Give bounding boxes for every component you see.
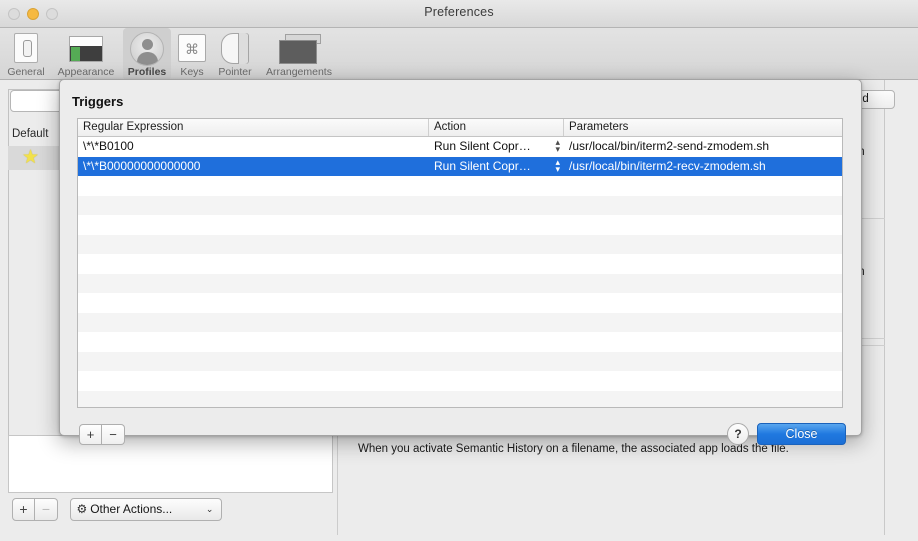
title-bar: Preferences (0, 0, 918, 28)
profiles-icon (130, 32, 164, 66)
table-body: \*\*B0100 Run Silent Copr… ▴ ▾/usr/local/bi… (78, 137, 842, 407)
stepper-icon[interactable]: ▴ ▾ (555, 157, 560, 173)
triggers-table: Regular Expression Action Parameters \*\… (77, 118, 843, 408)
table-row-empty[interactable] (78, 371, 842, 391)
add-trigger-button[interactable]: + (79, 424, 102, 445)
toolbar-label-appearance: Appearance (57, 66, 115, 78)
general-icon (14, 33, 38, 63)
dialog-title: Triggers (72, 94, 124, 109)
column-header-parameters[interactable]: Parameters (564, 119, 842, 136)
semantic-history-note: When you activate Semantic History on a … (358, 443, 789, 455)
toolbar-label-profiles: Profiles (127, 66, 167, 78)
toolbar-item-appearance[interactable]: Appearance (52, 28, 120, 80)
help-button[interactable]: ? (727, 423, 749, 445)
arrangements-icon (279, 34, 321, 64)
appearance-icon (69, 36, 103, 62)
gear-icon: ⚙ (76, 502, 88, 516)
column-header-regex[interactable]: Regular Expression (78, 119, 429, 136)
table-row-empty[interactable] (78, 293, 842, 313)
table-row-empty[interactable] (78, 234, 842, 254)
profile-search-input[interactable] (10, 90, 66, 112)
pointer-icon (221, 33, 249, 64)
table-row-empty[interactable] (78, 215, 842, 235)
toolbar-label-arrangements: Arrangements (266, 66, 332, 78)
close-button[interactable]: Close (757, 423, 846, 445)
add-profile-button[interactable]: + (12, 498, 35, 521)
toolbar-label-general: General (7, 66, 45, 78)
toolbar-label-pointer: Pointer (218, 66, 252, 78)
table-row[interactable]: \*\*B00000000000000 Run Silent Copr… ▴ ▾/us… (78, 156, 842, 176)
window-title: Preferences (424, 5, 494, 19)
toolbar-label-keys: Keys (180, 66, 204, 78)
cell-action[interactable]: Run Silent Copr… ▴ ▾ (429, 157, 564, 176)
toolbar-item-pointer[interactable]: Pointer (212, 28, 258, 80)
remove-trigger-button[interactable]: − (102, 424, 125, 445)
table-row-empty[interactable] (78, 390, 842, 407)
table-row-empty[interactable] (78, 195, 842, 215)
triggers-dialog: Triggers Regular Expression Action Param… (59, 79, 862, 445)
cell-action[interactable]: Run Silent Copr… ▴ ▾ (429, 137, 564, 156)
cell-parameters[interactable]: /usr/local/bin/iterm2-recv-zmodem.sh (564, 157, 842, 176)
triggers-add-remove-group: + − (79, 424, 125, 445)
table-row-empty[interactable] (78, 312, 842, 332)
remove-profile-button[interactable]: − (35, 498, 58, 521)
stepper-icon[interactable]: ▴ ▾ (555, 138, 560, 154)
cell-regex[interactable]: \*\*B00000000000000 (78, 157, 429, 176)
other-actions-dropdown[interactable]: ⚙ Other Actions... ⌄ (70, 498, 223, 521)
table-row-empty[interactable] (78, 273, 842, 293)
table-header-row: Regular Expression Action Parameters (78, 119, 842, 137)
table-row-empty[interactable] (78, 351, 842, 371)
toolbar-item-arrangements[interactable]: Arrangements (260, 28, 338, 80)
toolbar-item-profiles[interactable]: Profiles (123, 28, 171, 80)
right-pane-edge (884, 80, 885, 535)
column-header-action[interactable]: Action (429, 119, 564, 136)
cell-parameters[interactable]: /usr/local/bin/iterm2-send-zmodem.sh (564, 137, 842, 156)
toolbar-item-general[interactable]: General (4, 28, 48, 80)
table-row[interactable]: \*\*B0100 Run Silent Copr… ▴ ▾/usr/local/bi… (78, 137, 842, 157)
preferences-toolbar: General Appearance Profiles ⌘ Keys Point… (0, 28, 918, 80)
star-icon: ★ (22, 147, 40, 168)
profile-detail-panel (8, 435, 333, 493)
keys-icon: ⌘ (178, 34, 206, 62)
table-row-empty[interactable] (78, 254, 842, 274)
chevron-down-icon: ⌄ (205, 504, 214, 514)
table-row-empty[interactable] (78, 176, 842, 196)
toolbar-item-keys[interactable]: ⌘ Keys (175, 28, 209, 80)
profiles-bottom-bar: + − ⚙ Other Actions... ⌄ (12, 498, 223, 521)
other-actions-label: Other Actions... (90, 502, 173, 516)
cell-regex[interactable]: \*\*B0100 (78, 137, 429, 156)
table-row-empty[interactable] (78, 332, 842, 352)
